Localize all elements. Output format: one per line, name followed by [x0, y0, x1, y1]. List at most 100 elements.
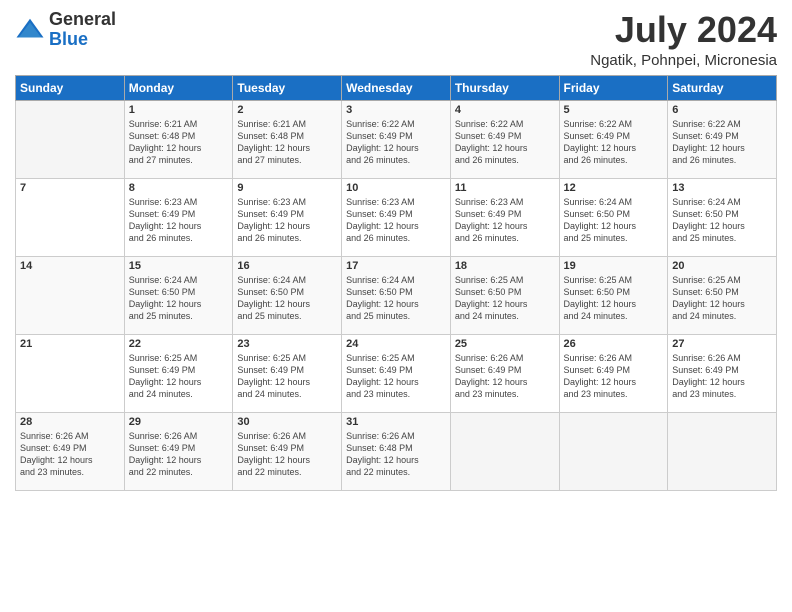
calendar-cell: 8 Sunrise: 6:23 AMSunset: 6:49 PMDaylight… [124, 178, 233, 256]
month-year: July 2024 [590, 10, 777, 50]
logo-icon [15, 15, 45, 45]
day-number: 26 [564, 338, 664, 350]
calendar-cell: 24 Sunrise: 6:25 AMSunset: 6:49 PMDayligh… [342, 334, 451, 412]
day-number: 17 [346, 260, 446, 272]
day-number: 16 [237, 260, 337, 272]
calendar-week-row: 1 Sunrise: 6:21 AMSunset: 6:48 PMDaylight… [16, 100, 777, 178]
day-header: Friday [559, 75, 668, 100]
page-container: General Blue July 2024 Ngatik, Pohnpei, … [0, 0, 792, 501]
day-number: 6 [672, 104, 772, 116]
day-header: Tuesday [233, 75, 342, 100]
day-number: 14 [20, 260, 120, 272]
day-info: Sunrise: 6:26 AMSunset: 6:49 PMDaylight:… [129, 430, 229, 479]
day-info: Sunrise: 6:23 AMSunset: 6:49 PMDaylight:… [455, 196, 555, 245]
day-info: Sunrise: 6:22 AMSunset: 6:49 PMDaylight:… [672, 118, 772, 167]
calendar-cell: 27 Sunrise: 6:26 AMSunset: 6:49 PMDayligh… [668, 334, 777, 412]
day-info: Sunrise: 6:25 AMSunset: 6:50 PMDaylight:… [672, 274, 772, 323]
day-info: Sunrise: 6:23 AMSunset: 6:49 PMDaylight:… [129, 196, 229, 245]
calendar-week-row: 28 Sunrise: 6:26 AMSunset: 6:49 PMDayligh… [16, 412, 777, 490]
day-header: Saturday [668, 75, 777, 100]
calendar-week-row: 14 15Sunrise: 6:24 AMSunset: 6:50 PMDayli… [16, 256, 777, 334]
calendar-cell: 18Sunrise: 6:25 AMSunset: 6:50 PMDayligh… [450, 256, 559, 334]
day-number: 7 [20, 182, 120, 194]
calendar-cell: 2 Sunrise: 6:21 AMSunset: 6:48 PMDaylight… [233, 100, 342, 178]
calendar-week-row: 78 Sunrise: 6:23 AMSunset: 6:49 PMDayligh… [16, 178, 777, 256]
calendar-cell: 5 Sunrise: 6:22 AMSunset: 6:49 PMDaylight… [559, 100, 668, 178]
day-number: 31 [346, 416, 446, 428]
day-info: Sunrise: 6:26 AMSunset: 6:49 PMDaylight:… [564, 352, 664, 401]
day-number: 19 [564, 260, 664, 272]
title-block: July 2024 Ngatik, Pohnpei, Micronesia [590, 10, 777, 69]
day-number: 10 [346, 182, 446, 194]
calendar-cell: 17 Sunrise: 6:24 AMSunset: 6:50 PMDayligh… [342, 256, 451, 334]
day-header: Monday [124, 75, 233, 100]
day-header: Sunday [16, 75, 125, 100]
calendar-cell: 14 [16, 256, 125, 334]
day-number: 24 [346, 338, 446, 350]
day-header: Wednesday [342, 75, 451, 100]
day-number: 23 [237, 338, 337, 350]
day-number: 13 [672, 182, 772, 194]
day-number: 3 [346, 104, 446, 116]
day-info: Sunrise: 6:26 AMSunset: 6:49 PMDaylight:… [455, 352, 555, 401]
day-info: Sunrise: 6:24 AMSunset: 6:50 PMDaylight:… [672, 196, 772, 245]
day-info: Sunrise: 6:25 AMSunset: 6:49 PMDaylight:… [346, 352, 446, 401]
calendar-cell: 12 Sunrise: 6:24 AMSunset: 6:50 PMDayligh… [559, 178, 668, 256]
day-number: 2 [237, 104, 337, 116]
calendar-cell: 29 Sunrise: 6:26 AMSunset: 6:49 PMDayligh… [124, 412, 233, 490]
day-number: 1 [129, 104, 229, 116]
calendar-cell: 25Sunrise: 6:26 AMSunset: 6:49 PMDayligh… [450, 334, 559, 412]
day-info: Sunrise: 6:25 AMSunset: 6:49 PMDaylight:… [237, 352, 337, 401]
calendar-cell: 19 Sunrise: 6:25 AMSunset: 6:50 PMDayligh… [559, 256, 668, 334]
calendar-cell [16, 100, 125, 178]
day-info: Sunrise: 6:24 AMSunset: 6:50 PMDaylight:… [564, 196, 664, 245]
calendar-cell: 30Sunrise: 6:26 AMSunset: 6:49 PMDayligh… [233, 412, 342, 490]
day-number: 11 [455, 182, 555, 194]
day-number: 9 [237, 182, 337, 194]
day-number: 5 [564, 104, 664, 116]
calendar-cell: 15Sunrise: 6:24 AMSunset: 6:50 PMDayligh… [124, 256, 233, 334]
calendar-cell: 22 Sunrise: 6:25 AMSunset: 6:49 PMDayligh… [124, 334, 233, 412]
day-info: Sunrise: 6:25 AMSunset: 6:50 PMDaylight:… [564, 274, 664, 323]
calendar-cell: 20 Sunrise: 6:25 AMSunset: 6:50 PMDayligh… [668, 256, 777, 334]
day-number: 22 [129, 338, 229, 350]
calendar-table: SundayMondayTuesdayWednesdayThursdayFrid… [15, 75, 777, 491]
calendar-cell [450, 412, 559, 490]
calendar-cell: 31Sunrise: 6:26 AMSunset: 6:48 PMDayligh… [342, 412, 451, 490]
day-info: Sunrise: 6:26 AMSunset: 6:49 PMDaylight:… [672, 352, 772, 401]
day-number: 8 [129, 182, 229, 194]
calendar-cell: 13 Sunrise: 6:24 AMSunset: 6:50 PMDayligh… [668, 178, 777, 256]
day-info: Sunrise: 6:23 AMSunset: 6:49 PMDaylight:… [346, 196, 446, 245]
day-info: Sunrise: 6:22 AMSunset: 6:49 PMDaylight:… [564, 118, 664, 167]
logo: General Blue [15, 10, 116, 50]
day-info: Sunrise: 6:25 AMSunset: 6:49 PMDaylight:… [129, 352, 229, 401]
day-number: 29 [129, 416, 229, 428]
day-info: Sunrise: 6:21 AMSunset: 6:48 PMDaylight:… [129, 118, 229, 167]
day-info: Sunrise: 6:24 AMSunset: 6:50 PMDaylight:… [237, 274, 337, 323]
day-number: 20 [672, 260, 772, 272]
day-number: 30 [237, 416, 337, 428]
day-number: 27 [672, 338, 772, 350]
day-info: Sunrise: 6:22 AMSunset: 6:49 PMDaylight:… [455, 118, 555, 167]
day-info: Sunrise: 6:23 AMSunset: 6:49 PMDaylight:… [237, 196, 337, 245]
calendar-cell: 11 Sunrise: 6:23 AMSunset: 6:49 PMDayligh… [450, 178, 559, 256]
calendar-cell: 10 Sunrise: 6:23 AMSunset: 6:49 PMDayligh… [342, 178, 451, 256]
day-info: Sunrise: 6:22 AMSunset: 6:49 PMDaylight:… [346, 118, 446, 167]
day-info: Sunrise: 6:25 AMSunset: 6:50 PMDaylight:… [455, 274, 555, 323]
calendar-cell [559, 412, 668, 490]
day-info: Sunrise: 6:21 AMSunset: 6:48 PMDaylight:… [237, 118, 337, 167]
day-info: Sunrise: 6:24 AMSunset: 6:50 PMDaylight:… [129, 274, 229, 323]
day-number: 4 [455, 104, 555, 116]
calendar-cell: 3 Sunrise: 6:22 AMSunset: 6:49 PMDaylight… [342, 100, 451, 178]
calendar-cell [668, 412, 777, 490]
calendar-cell: 9 Sunrise: 6:23 AMSunset: 6:49 PMDaylight… [233, 178, 342, 256]
day-number: 28 [20, 416, 120, 428]
calendar-week-row: 2122Sunrise: 6:25 AMSunset: 6:49 PMDayli… [16, 334, 777, 412]
day-number: 12 [564, 182, 664, 194]
calendar-header-row: SundayMondayTuesdayWednesdayThursdayFrid… [16, 75, 777, 100]
day-info: Sunrise: 6:24 AMSunset: 6:50 PMDaylight:… [346, 274, 446, 323]
calendar-cell: 16 Sunrise: 6:24 AMSunset: 6:50 PMDayligh… [233, 256, 342, 334]
calendar-cell: 28Sunrise: 6:26 AMSunset: 6:49 PMDayligh… [16, 412, 125, 490]
calendar-cell: 26 Sunrise: 6:26 AMSunset: 6:49 PMDayligh… [559, 334, 668, 412]
logo-text: General Blue [49, 10, 116, 50]
